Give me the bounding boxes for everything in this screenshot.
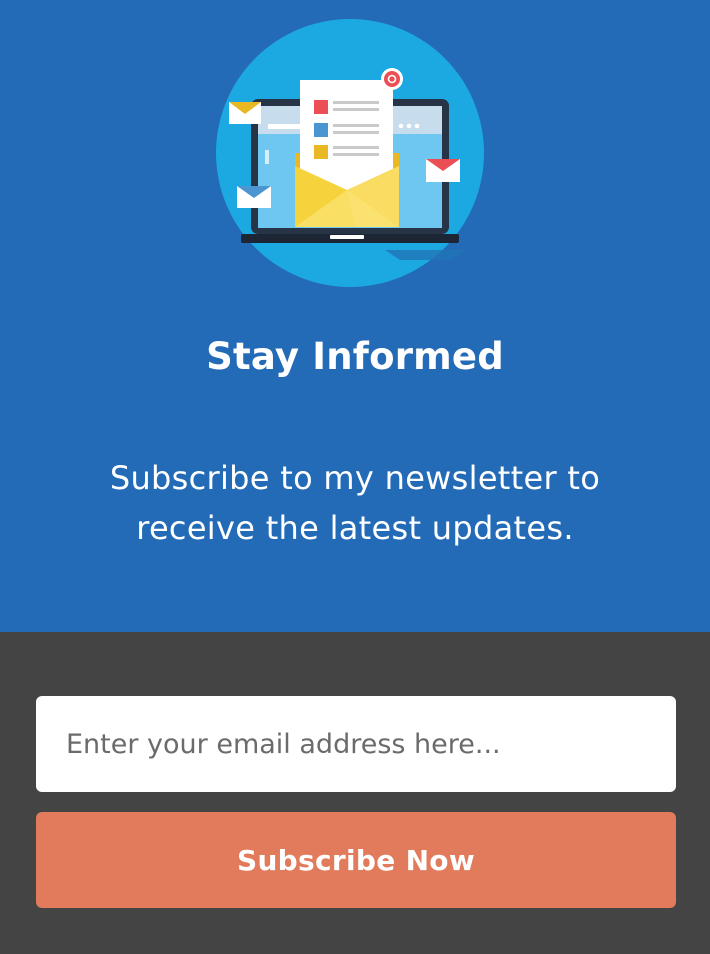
- page-title: Stay Informed: [206, 335, 504, 378]
- description-line: receive the latest updates.: [136, 509, 574, 547]
- email-input[interactable]: [36, 696, 676, 792]
- subscribe-form: Subscribe Now: [0, 632, 710, 954]
- subscribe-button[interactable]: Subscribe Now: [36, 812, 676, 908]
- description-line: Subscribe to my newsletter to: [109, 459, 601, 497]
- newsletter-illustration-icon: [216, 19, 484, 287]
- newsletter-description: Subscribe to my newsletter to receive th…: [60, 453, 650, 553]
- newsletter-hero: Stay Informed Subscribe to my newsletter…: [0, 0, 710, 632]
